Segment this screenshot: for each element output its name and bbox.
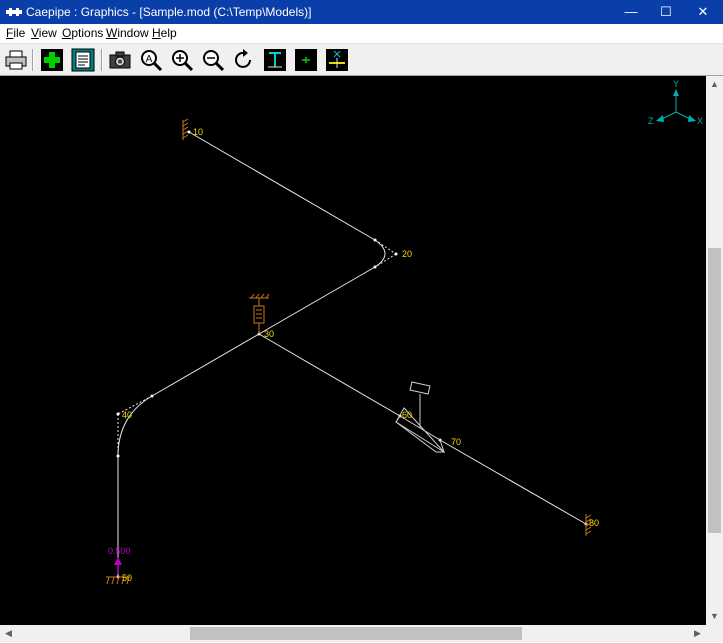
menu-file[interactable]: File bbox=[6, 26, 25, 40]
horizontal-scrollbar[interactable]: ◀ ▶ bbox=[0, 625, 706, 642]
scroll-right-arrow-icon[interactable]: ▶ bbox=[689, 625, 706, 642]
report-icon[interactable] bbox=[71, 48, 95, 72]
camera-icon[interactable] bbox=[108, 48, 132, 72]
axis-label-x: X bbox=[697, 116, 703, 126]
bend-20 bbox=[374, 239, 386, 268]
pipe-10-20 bbox=[188, 131, 376, 241]
rotate-icon[interactable] bbox=[232, 48, 256, 72]
node-label-70: 70 bbox=[451, 437, 461, 447]
axis-label-z: Z bbox=[648, 116, 654, 126]
view-z-icon[interactable] bbox=[294, 48, 318, 72]
bend-tangents bbox=[117, 239, 397, 456]
window-title: Caepipe : Graphics - [Sample.mod (C:\Tem… bbox=[26, 5, 312, 19]
add-icon[interactable] bbox=[40, 48, 64, 72]
pipe-30-40 bbox=[151, 333, 260, 397]
load-arrow-50: 0.500 bbox=[108, 546, 131, 574]
pipe-30-60 bbox=[258, 333, 401, 417]
view-xy-icon[interactable] bbox=[263, 48, 287, 72]
node-label-80: 80 bbox=[589, 518, 599, 528]
menu-bar: File View Options Window Help bbox=[0, 24, 723, 44]
scroll-down-arrow-icon[interactable]: ▼ bbox=[706, 608, 723, 625]
view-x-icon[interactable] bbox=[325, 48, 349, 72]
node-label-10: 10 bbox=[193, 127, 203, 137]
load-label: 0.500 bbox=[108, 546, 131, 556]
toolbar-separator bbox=[32, 49, 34, 71]
maximize-button[interactable]: ☐ bbox=[649, 0, 683, 24]
scrollbar-corner bbox=[706, 625, 723, 642]
printer-icon[interactable] bbox=[4, 48, 28, 72]
pipe-20-30 bbox=[258, 266, 376, 335]
toolbar: A bbox=[0, 44, 723, 76]
scroll-up-arrow-icon[interactable]: ▲ bbox=[706, 76, 723, 93]
menu-options[interactable]: Options bbox=[62, 26, 103, 40]
menu-help[interactable]: Help bbox=[152, 26, 177, 40]
scroll-left-arrow-icon[interactable]: ◀ bbox=[0, 625, 17, 642]
node-label-50: 50 bbox=[122, 573, 132, 583]
node-label-60: 60 bbox=[402, 410, 412, 420]
caepipe-app-icon bbox=[6, 8, 22, 16]
svg-text:A: A bbox=[146, 54, 153, 65]
toolbar-separator bbox=[101, 49, 103, 71]
graphics-canvas[interactable]: 0.500 10 20 30 40 50 60 70 80 Y X Z bbox=[0, 76, 706, 625]
anchor-10 bbox=[182, 118, 189, 140]
piping-model-view[interactable]: 0.500 10 20 30 40 50 60 70 80 Y X Z bbox=[0, 76, 706, 625]
axes-triad: Y X Z bbox=[648, 79, 703, 126]
menu-view[interactable]: View bbox=[31, 26, 57, 40]
node-label-20: 20 bbox=[402, 249, 412, 259]
zoom-in-icon[interactable] bbox=[170, 48, 194, 72]
pipe-segments bbox=[117, 131, 587, 577]
axis-label-y: Y bbox=[673, 79, 679, 89]
spring-hanger-30 bbox=[249, 293, 270, 334]
node-points bbox=[116, 130, 588, 579]
title-bar: Caepipe : Graphics - [Sample.mod (C:\Tem… bbox=[0, 0, 723, 24]
horizontal-scroll-thumb[interactable] bbox=[190, 627, 522, 640]
close-button[interactable]: ✕ bbox=[686, 0, 720, 24]
vertical-scroll-thumb[interactable] bbox=[708, 248, 721, 533]
pipe-70-80 bbox=[439, 439, 587, 525]
node-label-30: 30 bbox=[264, 329, 274, 339]
zoom-all-icon[interactable]: A bbox=[139, 48, 163, 72]
zoom-out-icon[interactable] bbox=[201, 48, 225, 72]
menu-window[interactable]: Window bbox=[106, 26, 149, 40]
node-labels: 10 20 30 40 50 60 70 80 bbox=[122, 127, 599, 583]
node-label-40: 40 bbox=[122, 410, 132, 420]
vertical-scrollbar[interactable]: ▲ ▼ bbox=[706, 76, 723, 625]
minimize-button[interactable]: — bbox=[614, 0, 648, 24]
bend-40 bbox=[117, 395, 153, 457]
